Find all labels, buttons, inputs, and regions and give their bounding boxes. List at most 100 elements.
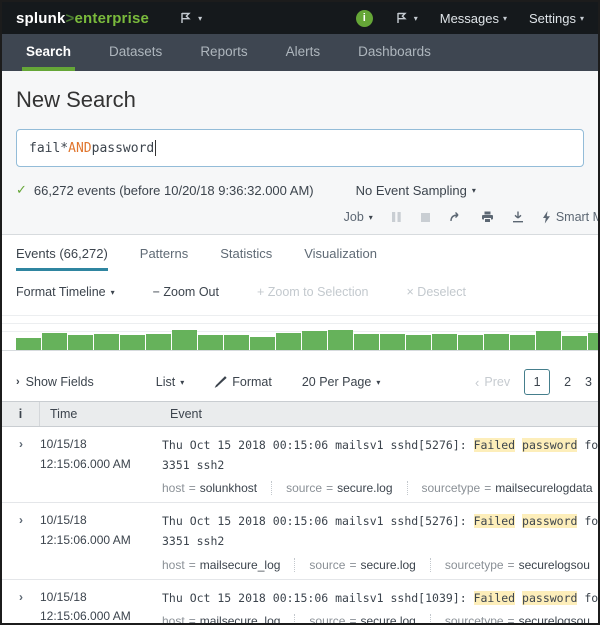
print-button[interactable] <box>481 211 494 223</box>
field-sourcetype[interactable]: sourcetype=securelogsou <box>430 614 598 625</box>
timeline-bar[interactable] <box>536 331 561 350</box>
field-source[interactable]: source=secure.log <box>294 614 429 625</box>
splunk-logo[interactable]: splunk>enterprise <box>16 10 149 27</box>
event-time: 10/15/18 12:15:06.000 AM <box>40 588 162 625</box>
timeline-bar[interactable] <box>42 333 67 350</box>
timeline-bar[interactable] <box>68 335 93 350</box>
timeline-bar[interactable] <box>250 337 275 350</box>
event-sampling-menu[interactable]: No Event Sampling <box>356 183 476 198</box>
chevron-left-icon <box>475 375 479 390</box>
job-menu[interactable]: Job <box>344 210 373 224</box>
field-source[interactable]: source=secure.log <box>294 558 429 572</box>
timeline-bar[interactable] <box>120 335 145 350</box>
event-timeline-chart[interactable] <box>2 309 598 351</box>
tab-patterns[interactable]: Patterns <box>140 235 188 271</box>
nav-item-datasets[interactable]: Datasets <box>105 35 166 71</box>
timeline-bar[interactable] <box>562 336 587 350</box>
timeline-bar[interactable] <box>198 335 223 350</box>
search-input[interactable]: fail* AND password <box>16 129 584 167</box>
tab-label: Statistics <box>220 246 272 261</box>
list-view-menu[interactable]: List <box>156 375 184 389</box>
brand-gt: > <box>66 10 75 27</box>
tab-visualization[interactable]: Visualization <box>304 235 377 271</box>
chevron-down-icon <box>472 186 476 195</box>
show-fields-toggle[interactable]: Show Fields <box>16 375 94 389</box>
timeline-bar[interactable] <box>510 335 535 350</box>
nav-item-alerts[interactable]: Alerts <box>282 35 325 71</box>
page-2-button[interactable]: 2 <box>564 375 571 389</box>
search-mode-button[interactable]: Smart Mo <box>542 210 600 224</box>
activity-menu[interactable] <box>179 12 202 24</box>
timeline-bar[interactable] <box>224 335 249 350</box>
event-raw-text: Thu Oct 15 2018 00:15:06 mailsv1 sshd[10… <box>162 588 598 608</box>
timeline-controls: Format Timeline − Zoom Out + Zoom to Sel… <box>2 275 598 309</box>
splunk-search-window: splunk>enterprise Messages Settings Sea <box>0 0 600 625</box>
query-text: password <box>92 141 155 156</box>
nav-item-dashboards[interactable]: Dashboards <box>354 35 435 71</box>
pause-button[interactable] <box>391 211 402 223</box>
prev-page-button: Prev <box>475 375 510 390</box>
event-fields: host=solunkhost source=secure.log source… <box>162 481 598 495</box>
expand-row-chevron[interactable] <box>2 511 40 571</box>
field-source[interactable]: source=secure.log <box>271 481 406 495</box>
pencil-icon <box>214 376 227 388</box>
highlighted-term: password <box>522 514 577 528</box>
event-raw-text-line2: 3351 ssh2 <box>162 455 598 475</box>
format-results-button[interactable]: Format <box>214 375 272 389</box>
zoom-out-button[interactable]: − Zoom Out <box>153 285 219 299</box>
field-host[interactable]: host=mailsecure_log <box>162 558 294 572</box>
info-icon[interactable] <box>356 10 373 27</box>
prev-label: Prev <box>484 375 510 389</box>
event-cell: Thu Oct 15 2018 00:15:06 mailsv1 sshd[10… <box>162 588 598 625</box>
messages-menu[interactable]: Messages <box>440 11 507 26</box>
chevron-down-icon <box>376 378 380 387</box>
event-date: 10/15/18 <box>40 511 162 531</box>
page-1-current[interactable]: 1 <box>524 369 550 395</box>
nav-item-search[interactable]: Search <box>22 35 75 71</box>
tab-statistics[interactable]: Statistics <box>220 235 272 271</box>
timeline-bar[interactable] <box>302 331 327 350</box>
activity-menu-2[interactable] <box>395 12 418 24</box>
nav-item-reports[interactable]: Reports <box>196 35 251 71</box>
highlighted-term: Failed <box>474 591 516 605</box>
timeline-bar[interactable] <box>484 334 509 350</box>
page-3-button[interactable]: 3 <box>585 375 592 389</box>
field-sourcetype[interactable]: sourcetype=mailsecurelogdata <box>407 481 599 495</box>
share-button[interactable] <box>449 211 463 223</box>
tab-events[interactable]: Events (66,272) <box>16 235 108 271</box>
event-raw-text: Thu Oct 15 2018 00:15:06 mailsv1 sshd[52… <box>162 435 598 455</box>
field-host[interactable]: host=solunkhost <box>162 481 271 495</box>
timeline-bar[interactable] <box>146 334 171 350</box>
timeline-bar[interactable] <box>354 334 379 350</box>
events-table-header: i Time Event <box>2 401 598 427</box>
timeline-bar[interactable] <box>432 334 457 350</box>
timeline-bar[interactable] <box>458 335 483 350</box>
expand-row-chevron[interactable] <box>2 435 40 495</box>
timeline-bar[interactable] <box>380 334 405 350</box>
timeline-bar[interactable] <box>406 335 431 350</box>
field-sourcetype[interactable]: sourcetype=securelogsou <box>430 558 598 572</box>
activity-flag-icon <box>395 12 408 24</box>
event-time: 10/15/18 12:15:06.000 AM <box>40 435 162 495</box>
timeline-bar[interactable] <box>588 333 598 350</box>
timeline-bar[interactable] <box>172 330 197 350</box>
export-button[interactable] <box>512 211 524 223</box>
per-page-menu[interactable]: 20 Per Page <box>302 375 381 389</box>
nav-label: Dashboards <box>358 44 431 59</box>
field-host[interactable]: host=mailsecure_log <box>162 614 294 625</box>
timeline-bar[interactable] <box>94 334 119 350</box>
stop-button[interactable] <box>420 212 431 223</box>
chevron-down-icon <box>180 378 184 387</box>
event-row: 10/15/18 12:15:06.000 AM Thu Oct 15 2018… <box>2 580 598 625</box>
settings-menu[interactable]: Settings <box>529 11 584 26</box>
event-raw-text: Thu Oct 15 2018 00:15:06 mailsv1 sshd[52… <box>162 511 598 531</box>
timeline-bar[interactable] <box>328 330 353 350</box>
format-timeline-menu[interactable]: Format Timeline <box>16 285 115 299</box>
timeline-bar[interactable] <box>276 333 301 350</box>
timeline-bar[interactable] <box>16 338 41 350</box>
smart-mode-label: Smart Mo <box>556 210 600 224</box>
events-summary: 66,272 events (before 10/20/18 9:36:32.0… <box>34 183 314 198</box>
list-label: List <box>156 375 175 389</box>
expand-row-chevron[interactable] <box>2 588 40 625</box>
tab-label: Events (66,272) <box>16 246 108 261</box>
